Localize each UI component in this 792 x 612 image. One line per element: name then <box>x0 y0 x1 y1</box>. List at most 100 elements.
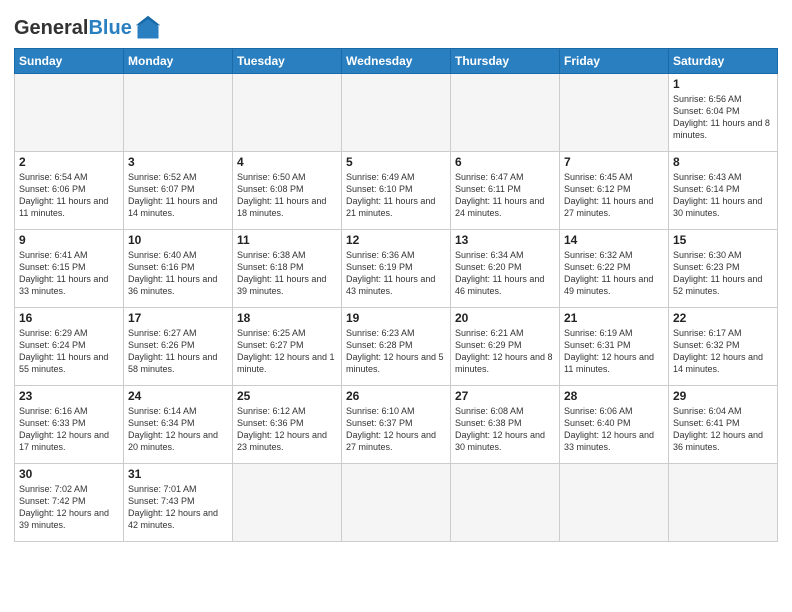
calendar-cell <box>342 74 451 152</box>
calendar-cell: 24Sunrise: 6:14 AMSunset: 6:34 PMDayligh… <box>124 386 233 464</box>
calendar-week-6: 30 Sunrise: 7:02 AMSunset: 7:42 PMDayligh… <box>15 464 778 542</box>
calendar-cell <box>342 464 451 542</box>
day-number: 15 <box>673 233 773 247</box>
day-info: Sunrise: 6:17 AMSunset: 6:32 PMDaylight:… <box>673 327 773 376</box>
day-number: 5 <box>346 155 446 169</box>
day-number: 16 <box>19 311 119 325</box>
day-info: Sunrise: 6:45 AMSunset: 6:12 PMDaylight:… <box>564 171 664 220</box>
day-number: 2 <box>19 155 119 169</box>
calendar-cell: 15Sunrise: 6:30 AMSunset: 6:23 PMDayligh… <box>669 230 778 308</box>
calendar-cell: 30 Sunrise: 7:02 AMSunset: 7:42 PMDayligh… <box>15 464 124 542</box>
calendar-cell: 10 Sunrise: 6:40 AMSunset: 6:16 PMDayligh… <box>124 230 233 308</box>
calendar-cell: 17Sunrise: 6:27 AMSunset: 6:26 PMDayligh… <box>124 308 233 386</box>
day-number: 18 <box>237 311 337 325</box>
calendar-cell: 1Sunrise: 6:56 AMSunset: 6:04 PMDaylight… <box>669 74 778 152</box>
day-info: Sunrise: 6:04 AMSunset: 6:41 PMDaylight:… <box>673 405 773 454</box>
calendar-cell: 8 Sunrise: 6:43 AMSunset: 6:14 PMDaylight… <box>669 152 778 230</box>
day-number: 12 <box>346 233 446 247</box>
header: GeneralBlue <box>14 10 778 42</box>
day-number: 22 <box>673 311 773 325</box>
calendar-cell: 25Sunrise: 6:12 AMSunset: 6:36 PMDayligh… <box>233 386 342 464</box>
day-number: 11 <box>237 233 337 247</box>
day-number: 1 <box>673 77 773 91</box>
day-info: Sunrise: 6:21 AMSunset: 6:29 PMDaylight:… <box>455 327 555 376</box>
day-number: 17 <box>128 311 228 325</box>
day-info: Sunrise: 6:19 AMSunset: 6:31 PMDaylight:… <box>564 327 664 376</box>
page: GeneralBlue SundayMondayTuesdayWednesday… <box>0 0 792 612</box>
day-info: Sunrise: 7:02 AMSunset: 7:42 PMDaylight:… <box>19 483 119 532</box>
day-info: Sunrise: 6:49 AMSunset: 6:10 PMDaylight:… <box>346 171 446 220</box>
day-number: 26 <box>346 389 446 403</box>
day-info: Sunrise: 6:14 AMSunset: 6:34 PMDaylight:… <box>128 405 228 454</box>
day-number: 10 <box>128 233 228 247</box>
day-info: Sunrise: 6:41 AMSunset: 6:15 PMDaylight:… <box>19 249 119 298</box>
day-number: 8 <box>673 155 773 169</box>
day-info: Sunrise: 6:06 AMSunset: 6:40 PMDaylight:… <box>564 405 664 454</box>
logo-text: GeneralBlue <box>14 17 132 40</box>
calendar-cell <box>451 74 560 152</box>
day-number: 27 <box>455 389 555 403</box>
day-info: Sunrise: 6:40 AMSunset: 6:16 PMDaylight:… <box>128 249 228 298</box>
weekday-header-wednesday: Wednesday <box>342 49 451 74</box>
day-number: 13 <box>455 233 555 247</box>
calendar-cell: 6Sunrise: 6:47 AMSunset: 6:11 PMDaylight… <box>451 152 560 230</box>
calendar: SundayMondayTuesdayWednesdayThursdayFrid… <box>14 48 778 542</box>
day-info: Sunrise: 6:54 AMSunset: 6:06 PMDaylight:… <box>19 171 119 220</box>
calendar-cell <box>560 74 669 152</box>
calendar-cell <box>560 464 669 542</box>
calendar-cell: 31 Sunrise: 7:01 AMSunset: 7:43 PMDayligh… <box>124 464 233 542</box>
calendar-cell: 11 Sunrise: 6:38 AMSunset: 6:18 PMDayligh… <box>233 230 342 308</box>
day-info: Sunrise: 6:32 AMSunset: 6:22 PMDaylight:… <box>564 249 664 298</box>
day-number: 14 <box>564 233 664 247</box>
calendar-cell <box>451 464 560 542</box>
calendar-week-4: 16 Sunrise: 6:29 AMSunset: 6:24 PMDayligh… <box>15 308 778 386</box>
calendar-cell: 22 Sunrise: 6:17 AMSunset: 6:32 PMDayligh… <box>669 308 778 386</box>
calendar-cell: 9 Sunrise: 6:41 AMSunset: 6:15 PMDaylight… <box>15 230 124 308</box>
logo-icon <box>134 14 162 42</box>
calendar-cell <box>233 74 342 152</box>
day-number: 9 <box>19 233 119 247</box>
calendar-cell <box>233 464 342 542</box>
day-info: Sunrise: 7:01 AMSunset: 7:43 PMDaylight:… <box>128 483 228 532</box>
weekday-header-monday: Monday <box>124 49 233 74</box>
day-number: 7 <box>564 155 664 169</box>
day-info: Sunrise: 6:29 AMSunset: 6:24 PMDaylight:… <box>19 327 119 376</box>
day-info: Sunrise: 6:23 AMSunset: 6:28 PMDaylight:… <box>346 327 446 376</box>
day-number: 3 <box>128 155 228 169</box>
day-number: 31 <box>128 467 228 481</box>
day-info: Sunrise: 6:43 AMSunset: 6:14 PMDaylight:… <box>673 171 773 220</box>
day-info: Sunrise: 6:50 AMSunset: 6:08 PMDaylight:… <box>237 171 337 220</box>
day-number: 29 <box>673 389 773 403</box>
calendar-cell: 14 Sunrise: 6:32 AMSunset: 6:22 PMDayligh… <box>560 230 669 308</box>
calendar-cell: 13 Sunrise: 6:34 AMSunset: 6:20 PMDayligh… <box>451 230 560 308</box>
calendar-cell <box>124 74 233 152</box>
day-number: 23 <box>19 389 119 403</box>
calendar-cell: 16 Sunrise: 6:29 AMSunset: 6:24 PMDayligh… <box>15 308 124 386</box>
day-number: 30 <box>19 467 119 481</box>
day-info: Sunrise: 6:52 AMSunset: 6:07 PMDaylight:… <box>128 171 228 220</box>
calendar-cell: 2 Sunrise: 6:54 AMSunset: 6:06 PMDaylight… <box>15 152 124 230</box>
day-info: Sunrise: 6:38 AMSunset: 6:18 PMDaylight:… <box>237 249 337 298</box>
day-info: Sunrise: 6:08 AMSunset: 6:38 PMDaylight:… <box>455 405 555 454</box>
day-info: Sunrise: 6:16 AMSunset: 6:33 PMDaylight:… <box>19 405 119 454</box>
calendar-cell: 21Sunrise: 6:19 AMSunset: 6:31 PMDayligh… <box>560 308 669 386</box>
weekday-header-tuesday: Tuesday <box>233 49 342 74</box>
calendar-cell: 27 Sunrise: 6:08 AMSunset: 6:38 PMDayligh… <box>451 386 560 464</box>
calendar-cell: 3 Sunrise: 6:52 AMSunset: 6:07 PMDaylight… <box>124 152 233 230</box>
day-number: 28 <box>564 389 664 403</box>
calendar-cell: 5 Sunrise: 6:49 AMSunset: 6:10 PMDaylight… <box>342 152 451 230</box>
day-number: 4 <box>237 155 337 169</box>
calendar-cell: 18Sunrise: 6:25 AMSunset: 6:27 PMDayligh… <box>233 308 342 386</box>
day-number: 19 <box>346 311 446 325</box>
day-info: Sunrise: 6:36 AMSunset: 6:19 PMDaylight:… <box>346 249 446 298</box>
day-info: Sunrise: 6:10 AMSunset: 6:37 PMDaylight:… <box>346 405 446 454</box>
calendar-cell: 12 Sunrise: 6:36 AMSunset: 6:19 PMDayligh… <box>342 230 451 308</box>
day-info: Sunrise: 6:34 AMSunset: 6:20 PMDaylight:… <box>455 249 555 298</box>
calendar-cell: 26 Sunrise: 6:10 AMSunset: 6:37 PMDayligh… <box>342 386 451 464</box>
calendar-cell: 7 Sunrise: 6:45 AMSunset: 6:12 PMDaylight… <box>560 152 669 230</box>
calendar-cell: 28 Sunrise: 6:06 AMSunset: 6:40 PMDayligh… <box>560 386 669 464</box>
calendar-cell: 4 Sunrise: 6:50 AMSunset: 6:08 PMDaylight… <box>233 152 342 230</box>
calendar-cell <box>15 74 124 152</box>
logo: GeneralBlue <box>14 14 162 42</box>
calendar-week-5: 23 Sunrise: 6:16 AMSunset: 6:33 PMDayligh… <box>15 386 778 464</box>
